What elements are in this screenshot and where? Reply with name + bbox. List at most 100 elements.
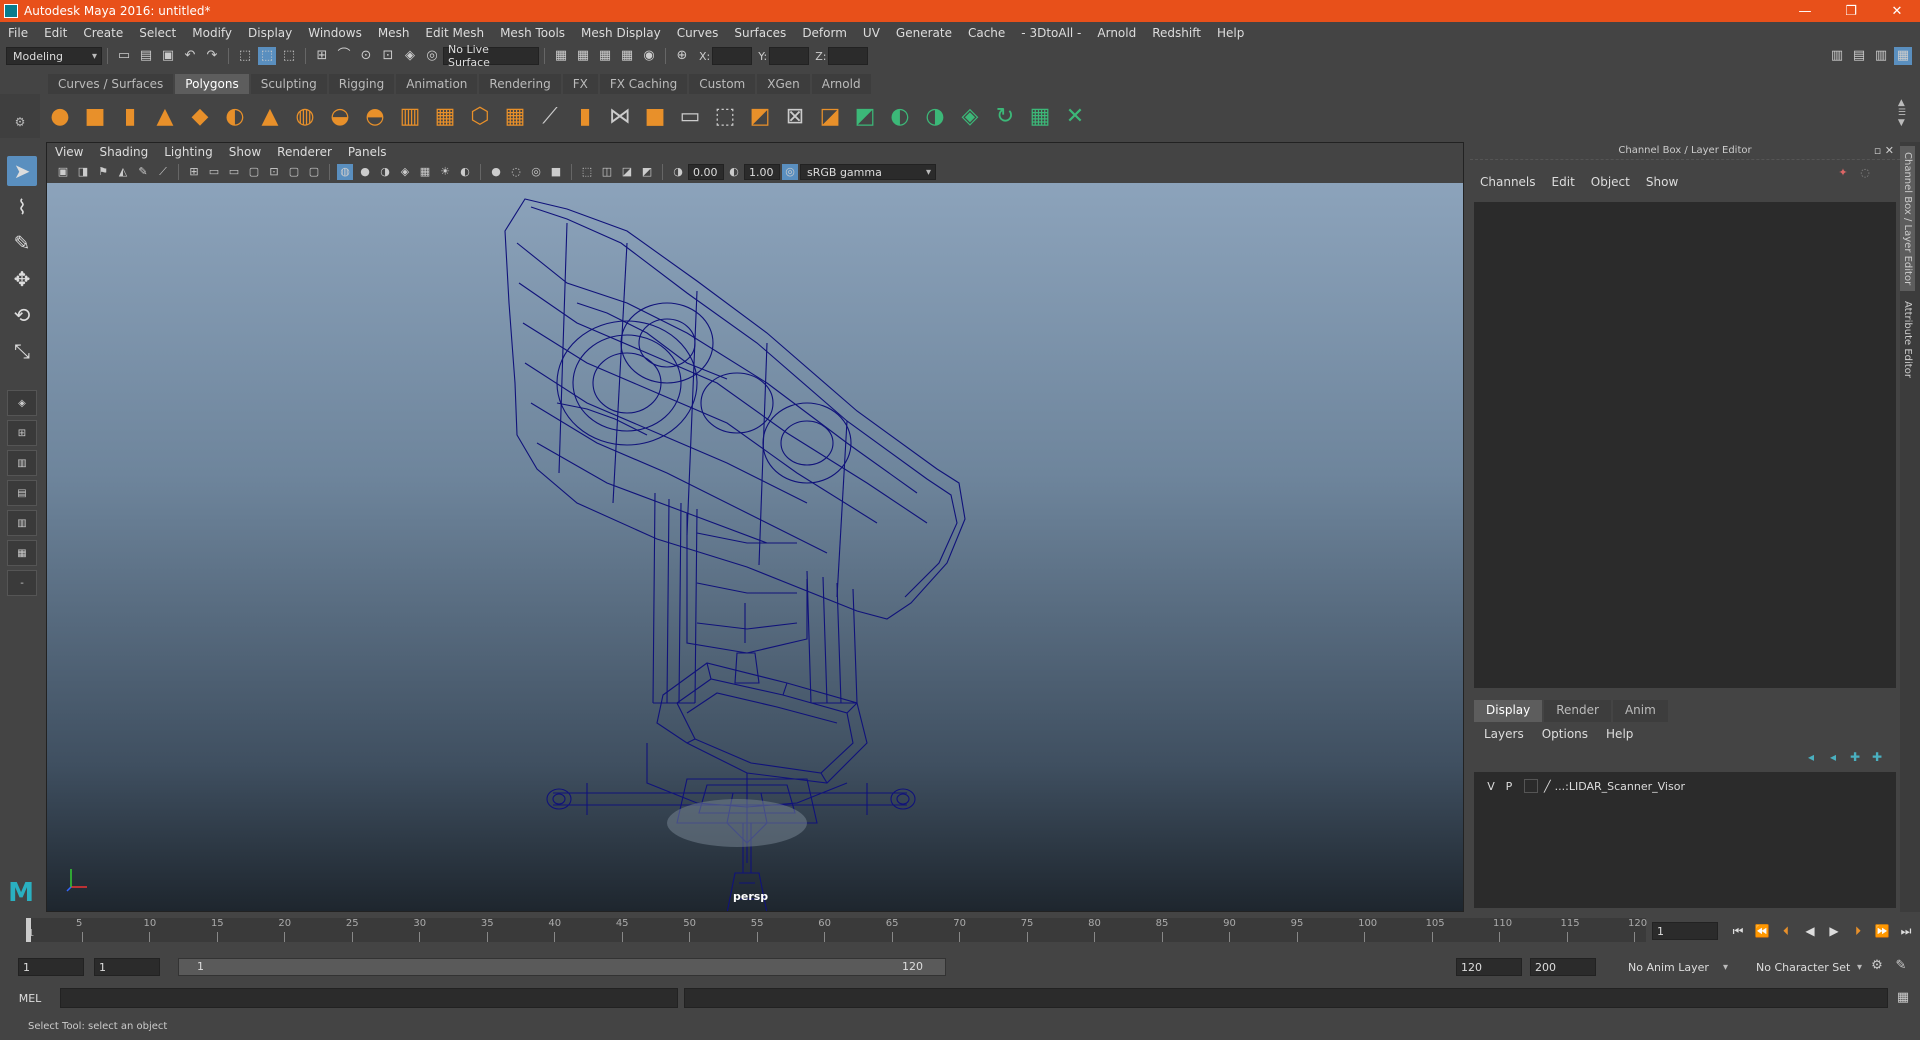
uv-editor-icon[interactable]: ↻ [991,102,1019,130]
custom-layout-icon[interactable]: - [7,570,37,596]
layer-row[interactable]: V P ╱ ...:LIDAR_Scanner_Visor [1474,776,1896,796]
channel-box-toggle-icon[interactable]: ▦ [1894,47,1912,65]
combine-icon[interactable]: ◒ [326,102,354,130]
live-surface-icon[interactable]: ◎ [423,47,441,65]
uv-cylindrical-icon[interactable]: ◐ [886,102,914,130]
single-perspective-layout-icon[interactable]: ◈ [7,390,37,416]
field-chart-icon[interactable]: ⊡ [266,164,282,180]
new-layer-icon[interactable]: ✚ [1846,748,1864,766]
smooth-icon[interactable]: ▦ [431,102,459,130]
poly-cone-icon[interactable]: ▲ [151,102,179,130]
z-field[interactable] [828,47,869,65]
current-time-indicator[interactable] [26,918,31,942]
depth-of-field-icon[interactable]: ■ [548,164,564,180]
viewport-canvas[interactable]: persp [47,183,1463,911]
command-input[interactable] [60,988,678,1008]
menu-generate[interactable]: Generate [896,26,952,40]
xray-components-icon[interactable]: ◩ [639,164,655,180]
vp-menu-show[interactable]: Show [229,145,261,159]
merge-icon[interactable]: ▭ [676,102,704,130]
manipulator-icon[interactable]: ✦ [1834,164,1852,182]
layer-menu-options[interactable]: Options [1542,727,1588,741]
lidar-scanner-wireframe[interactable] [47,183,1463,911]
film-gate-icon[interactable]: ▭ [206,164,222,180]
select-component-icon[interactable]: ⬚ [280,47,298,65]
poly-pyramid-icon[interactable]: ▲ [256,102,284,130]
paint-select-tool-icon[interactable]: ✎ [7,228,37,258]
minimize-button[interactable]: — [1782,0,1828,22]
character-set-dropdown[interactable]: No Character Set [1750,958,1866,976]
step-forward-frame-icon[interactable]: ⏵ [1848,922,1868,940]
select-hierarchy-icon[interactable]: ⬚ [236,47,254,65]
shelf-tab-polygons[interactable]: Polygons [175,74,249,94]
poly-cube-icon[interactable]: ■ [81,102,109,130]
color-space-dropdown[interactable]: sRGB gamma [800,164,936,180]
bevel-icon[interactable]: ⬡ [466,102,494,130]
hypershade-icon[interactable]: ◉ [640,47,658,65]
new-layer-selected-icon[interactable]: ✚ [1868,748,1886,766]
vp-menu-lighting[interactable]: Lighting [164,145,213,159]
wireframe-icon[interactable]: ◍ [337,164,353,180]
ipr-render-icon[interactable]: ▦ [596,47,614,65]
menu-select[interactable]: Select [139,26,176,40]
isolate-select-icon[interactable]: ⬚ [579,164,595,180]
undo-icon[interactable]: ↶ [181,47,199,65]
go-to-start-icon[interactable]: ⏮ [1728,922,1748,940]
four-view-layout-icon[interactable]: ⊞ [7,420,37,446]
menu-file[interactable]: File [8,26,28,40]
lasso-tool-icon[interactable]: ⌇ [7,192,37,222]
append-polygon-icon[interactable]: ⋈ [606,102,634,130]
menu-3dtoall[interactable]: - 3DtoAll - [1021,26,1081,40]
bridge-icon[interactable]: ▦ [501,102,529,130]
move-tool-icon[interactable]: ✥ [7,264,37,294]
live-surface-field[interactable]: No Live Surface [443,43,539,69]
safe-action-icon[interactable]: ▢ [286,164,302,180]
wireframe-on-shaded-icon[interactable]: ◈ [397,164,413,180]
layer-display-type-icon[interactable]: ╱ [1544,780,1551,793]
y-field[interactable] [769,47,810,65]
xray-icon[interactable]: ◫ [599,164,615,180]
uv-unfold-icon[interactable]: ✕ [1061,102,1089,130]
menu-windows[interactable]: Windows [308,26,362,40]
grease-pencil-icon[interactable]: ✎ [135,164,151,180]
color-management-icon[interactable]: ◎ [782,164,798,180]
side-tab-channel-box[interactable]: Channel Box / Layer Editor [1900,146,1915,292]
range-bar[interactable]: 1 120 [178,958,946,976]
persp-uv-layout-icon[interactable]: ▦ [7,540,37,566]
menu-curves[interactable]: Curves [677,26,719,40]
shelf-tab-sculpting[interactable]: Sculpting [250,74,327,94]
select-tool-icon[interactable]: ➤ [7,156,37,186]
step-back-frame-icon[interactable]: ⏴ [1776,922,1796,940]
cb-menu-show[interactable]: Show [1646,175,1678,189]
redo-icon[interactable]: ↷ [203,47,221,65]
persp-graph-layout-icon[interactable]: ▤ [7,480,37,506]
animation-start-field[interactable]: 1 [18,958,84,976]
tool-settings-toggle-icon[interactable]: ▥ [1872,47,1890,65]
shadows-icon[interactable]: ◐ [457,164,473,180]
poly-plane-icon[interactable]: ◐ [221,102,249,130]
close-button[interactable]: ✕ [1874,0,1920,22]
2d-pan-zoom-icon[interactable]: ⟋ [155,164,171,180]
current-frame-field[interactable]: 1 [1652,922,1718,940]
snap-surface-icon[interactable]: ◈ [401,47,419,65]
ambient-occlusion-icon[interactable]: ● [488,164,504,180]
play-backwards-icon[interactable]: ◀ [1800,922,1820,940]
select-object-icon[interactable]: ⬚ [258,47,276,65]
x-field[interactable] [712,47,753,65]
menu-surfaces[interactable]: Surfaces [734,26,786,40]
poly-cylinder-icon[interactable]: ▮ [116,102,144,130]
transform-mode-icon[interactable]: ⊕ [673,47,691,65]
quad-draw-icon[interactable]: ⊠ [781,102,809,130]
layer-visibility-toggle[interactable]: V [1482,780,1500,793]
menu-edit[interactable]: Edit [44,26,67,40]
fill-hole-icon[interactable]: ■ [641,102,669,130]
shelf-scroll-up-icon[interactable]: ▲ [1898,98,1906,108]
motion-blur-icon[interactable]: ◌ [508,164,524,180]
xray-joints-icon[interactable]: ◪ [619,164,635,180]
shelf-scroll-menu-icon[interactable]: ☰ [1898,108,1906,118]
shelf-scroll-down-icon[interactable]: ▼ [1898,118,1906,128]
cb-menu-edit[interactable]: Edit [1552,175,1575,189]
safe-title-icon[interactable]: ▢ [306,164,322,180]
scale-tool-icon[interactable]: ⤡ [7,336,37,366]
maximize-button[interactable]: ❐ [1828,0,1874,22]
